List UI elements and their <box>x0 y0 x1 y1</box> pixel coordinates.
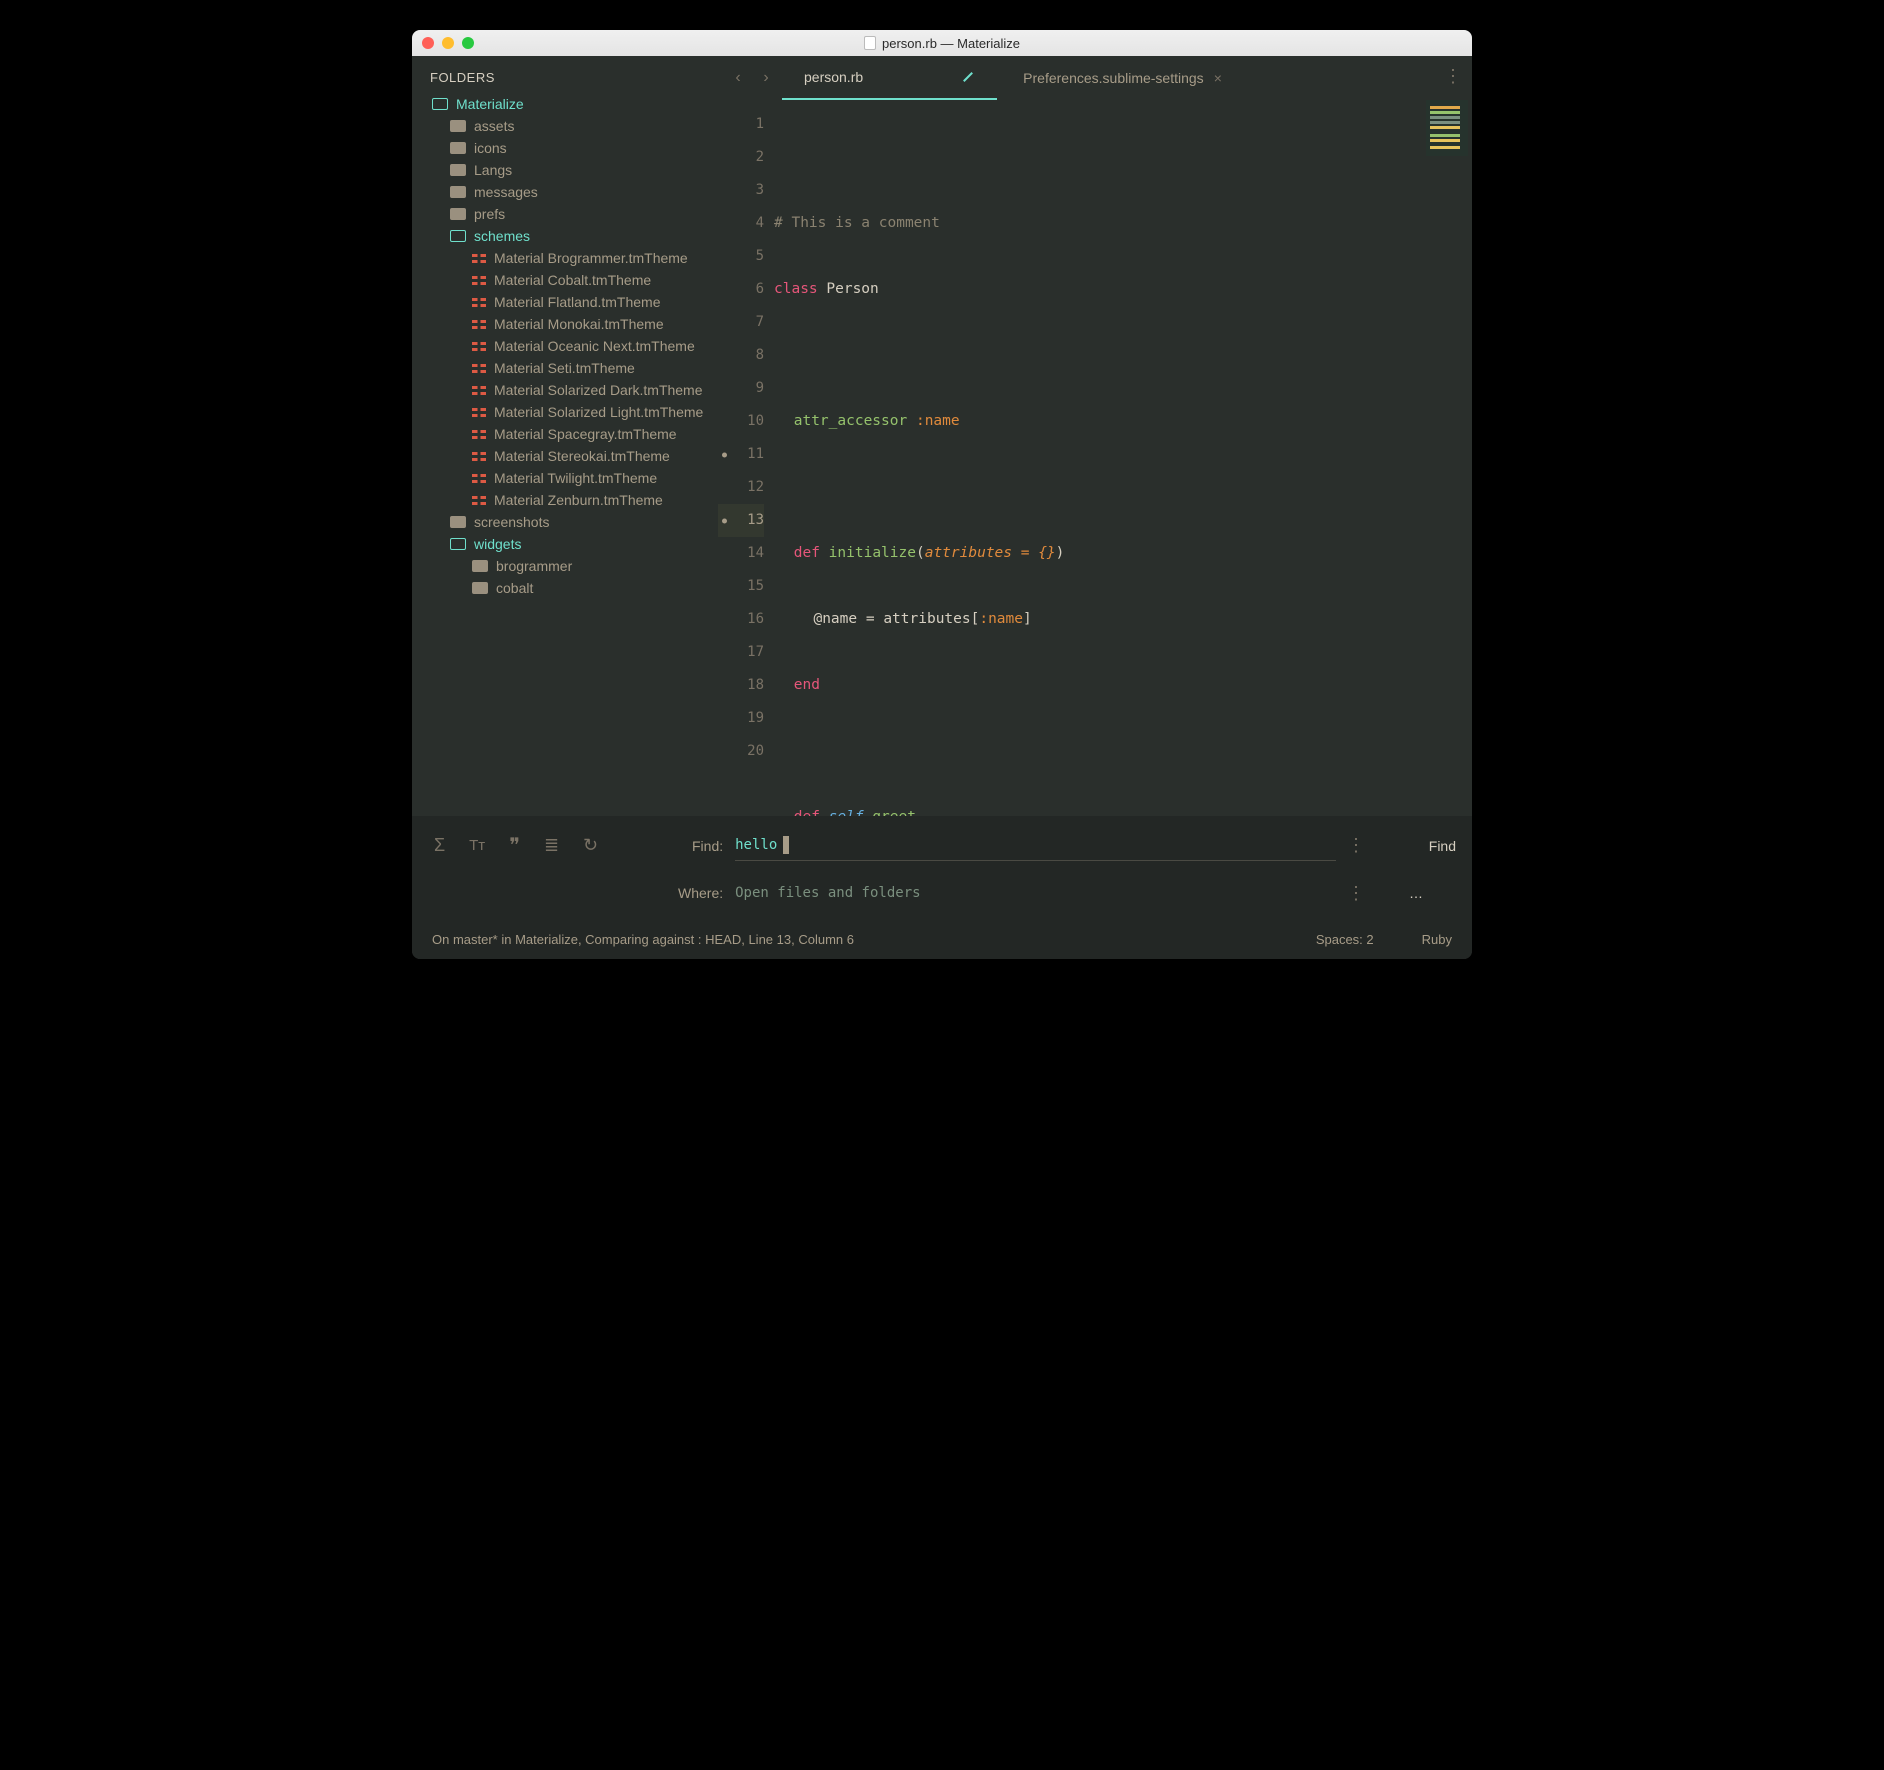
sidebar-folder[interactable]: assets <box>412 115 718 137</box>
folder-icon <box>450 142 466 154</box>
pencil-icon <box>958 67 978 87</box>
find-input[interactable]: hello <box>735 830 1336 861</box>
app-window: person.rb — Materialize FOLDERS Material… <box>412 30 1472 959</box>
sidebar-header: FOLDERS <box>412 70 718 85</box>
theme-file-icon <box>472 450 486 462</box>
modified-dot-icon <box>722 452 727 457</box>
editor-area: ‹ › person.rb Preferences.sublime-settin… <box>718 56 1472 816</box>
sidebar: FOLDERS Materialize assets icons Langs m… <box>412 56 718 816</box>
sidebar-file[interactable]: Material Spacegray.tmTheme <box>412 423 718 445</box>
tab-active[interactable]: person.rb <box>782 56 997 100</box>
case-sensitive-icon[interactable]: Tт <box>469 837 485 854</box>
nav-forward-button[interactable]: › <box>754 66 778 90</box>
find-panel: Σ Tт ❞ ≣ ↻ Find: hello ⋮ Find Where: Ope… <box>412 816 1472 919</box>
sidebar-file[interactable]: Material Flatland.tmTheme <box>412 291 718 313</box>
theme-file-icon <box>472 406 486 418</box>
sidebar-folder[interactable]: screenshots <box>412 511 718 533</box>
folder-icon <box>450 120 466 132</box>
tabbar: ‹ › person.rb Preferences.sublime-settin… <box>718 56 1472 100</box>
theme-file-icon <box>472 296 486 308</box>
theme-file-icon <box>472 494 486 506</box>
gutter: 1 2 3 4 5 6 7 8 9 10 11 12 13 14 15 16 1 <box>718 100 774 816</box>
where-history-button[interactable]: ⋮ <box>1336 883 1376 904</box>
folder-open-icon <box>450 538 466 550</box>
modified-dot-icon <box>722 518 727 523</box>
file-icon <box>864 36 876 50</box>
sidebar-folder[interactable]: brogrammer <box>412 555 718 577</box>
where-browse-button[interactable]: … <box>1376 885 1456 901</box>
wrap-icon[interactable]: ↻ <box>583 835 598 856</box>
tab-overflow-button[interactable]: ⋮ <box>1444 66 1460 87</box>
sidebar-file[interactable]: Material Stereokai.tmTheme <box>412 445 718 467</box>
theme-file-icon <box>472 428 486 440</box>
tab-label: Preferences.sublime-settings <box>1023 70 1204 86</box>
sidebar-file[interactable]: Material Cobalt.tmTheme <box>412 269 718 291</box>
statusbar: On master* in Materialize, Comparing aga… <box>412 919 1472 959</box>
theme-file-icon <box>472 384 486 396</box>
theme-file-icon <box>472 340 486 352</box>
sidebar-file[interactable]: Material Monokai.tmTheme <box>412 313 718 335</box>
folder-open-icon <box>450 230 466 242</box>
folder-icon <box>450 186 466 198</box>
nav-back-button[interactable]: ‹ <box>726 66 750 90</box>
theme-file-icon <box>472 318 486 330</box>
sidebar-folder[interactable]: prefs <box>412 203 718 225</box>
sidebar-folder[interactable]: cobalt <box>412 577 718 599</box>
window-title: person.rb — Materialize <box>882 36 1020 51</box>
sidebar-root-label: Materialize <box>456 96 524 112</box>
sidebar-folder[interactable]: icons <box>412 137 718 159</box>
status-left: On master* in Materialize, Comparing aga… <box>432 932 854 947</box>
sidebar-file[interactable]: Material Oceanic Next.tmTheme <box>412 335 718 357</box>
folder-icon <box>450 516 466 528</box>
minimize-window-button[interactable] <box>442 37 454 49</box>
tab-inactive[interactable]: Preferences.sublime-settings × <box>1001 56 1244 100</box>
where-label: Where: <box>678 885 735 901</box>
sidebar-folder-schemes[interactable]: schemes <box>412 225 718 247</box>
folder-open-icon <box>432 98 448 110</box>
sidebar-file[interactable]: Material Brogrammer.tmTheme <box>412 247 718 269</box>
sidebar-folder[interactable]: Langs <box>412 159 718 181</box>
find-history-button[interactable]: ⋮ <box>1336 835 1376 856</box>
theme-file-icon <box>472 472 486 484</box>
folder-icon <box>472 560 488 572</box>
indent-indicator[interactable]: Spaces: 2 <box>1316 932 1374 947</box>
find-label: Find: <box>678 838 735 854</box>
sidebar-file[interactable]: Material Solarized Light.tmTheme <box>412 401 718 423</box>
sidebar-file[interactable]: Material Twilight.tmTheme <box>412 467 718 489</box>
sidebar-folder[interactable]: messages <box>412 181 718 203</box>
sidebar-file[interactable]: Material Seti.tmTheme <box>412 357 718 379</box>
regex-toggle-icon[interactable]: Σ <box>434 835 445 856</box>
find-button[interactable]: Find <box>1376 838 1456 854</box>
theme-file-icon <box>472 362 486 374</box>
tab-label: person.rb <box>804 69 863 85</box>
folder-icon <box>450 164 466 176</box>
close-window-button[interactable] <box>422 37 434 49</box>
in-selection-icon[interactable]: ≣ <box>544 835 559 856</box>
folder-icon <box>450 208 466 220</box>
folder-icon <box>472 582 488 594</box>
sidebar-file[interactable]: Material Zenburn.tmTheme <box>412 489 718 511</box>
theme-file-icon <box>472 252 486 264</box>
zoom-window-button[interactable] <box>462 37 474 49</box>
sidebar-root[interactable]: Materialize <box>412 93 718 115</box>
sidebar-file[interactable]: Material Solarized Dark.tmTheme <box>412 379 718 401</box>
syntax-indicator[interactable]: Ruby <box>1422 932 1452 947</box>
where-input[interactable]: Open files and folders <box>735 879 1336 907</box>
whole-word-icon[interactable]: ❞ <box>509 833 520 858</box>
titlebar: person.rb — Materialize <box>412 30 1472 56</box>
close-tab-icon[interactable]: × <box>1214 70 1222 86</box>
theme-file-icon <box>472 274 486 286</box>
sidebar-folder-widgets[interactable]: widgets <box>412 533 718 555</box>
code-editor[interactable]: # This is a comment class Person attr_ac… <box>774 100 1472 816</box>
